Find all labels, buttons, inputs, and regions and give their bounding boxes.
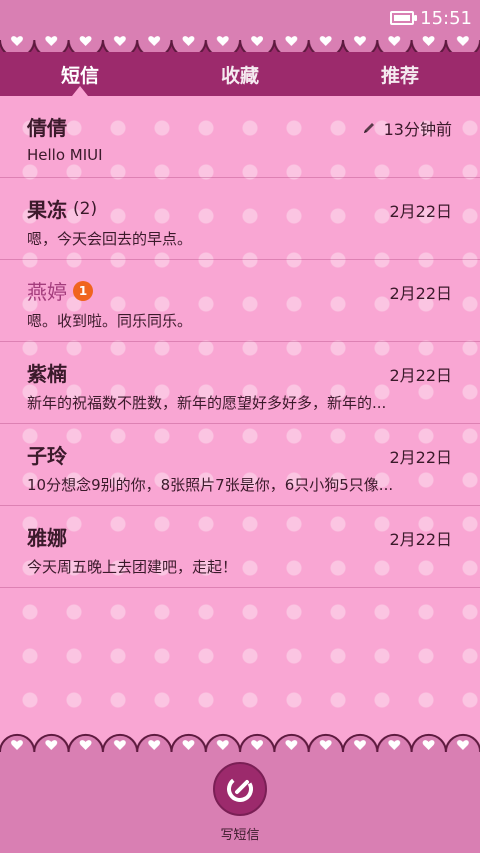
contact-name: 子玲	[27, 444, 67, 468]
conversation-date: 2月22日	[389, 530, 452, 549]
list-item[interactable]: 雅娜 2月22日 今天周五晚上去团建吧，走起！	[0, 506, 480, 588]
message-count: (2)	[73, 198, 98, 219]
message-preview: Hello MIUI	[27, 146, 103, 164]
conversation-date: 2月22日	[389, 284, 452, 303]
tab-recommended[interactable]: 推荐	[320, 61, 480, 88]
status-bar: 15:51	[390, 6, 472, 30]
contact-name: 燕婷 1	[27, 276, 93, 305]
conversation-date: 2月22日	[389, 202, 452, 221]
message-preview: 嗯，今天会回去的早点。	[27, 230, 193, 248]
contact-name: 紫楠	[27, 362, 67, 386]
conversation-date: 2月22日	[389, 448, 452, 467]
compose-icon	[227, 776, 253, 802]
compose-label: 写短信	[220, 828, 260, 843]
contact-name: 倩倩	[27, 116, 67, 140]
status-time: 15:51	[420, 7, 472, 29]
list-item[interactable]: 燕婷 1 2月22日 嗯。收到啦。同乐同乐。	[0, 260, 480, 342]
list-item[interactable]: 子玲 2月22日 10分想念9别的你，8张照片7张是你，6只小狗5只像...	[0, 424, 480, 506]
unread-badge: 1	[73, 280, 93, 301]
message-preview: 新年的祝福数不胜数，新年的愿望好多好多，新年的...	[27, 394, 387, 412]
message-preview: 今天周五晚上去团建吧，走起！	[27, 558, 238, 576]
compose-button[interactable]	[213, 762, 267, 816]
conversation-date: 13分钟前	[362, 116, 452, 140]
active-tab-indicator	[72, 86, 88, 96]
bottom-bar: 写短信	[0, 752, 480, 853]
message-preview: 嗯。收到啦。同乐同乐。	[27, 312, 193, 330]
list-item[interactable]: 倩倩 13分钟前 Hello MIUI	[0, 96, 480, 178]
contact-name: 雅娜	[27, 526, 67, 550]
battery-icon	[390, 11, 418, 25]
conversation-list: 倩倩 13分钟前 Hello MIUI 果冻 (2) 2月22日 嗯，今天会回去…	[0, 96, 480, 736]
draft-pencil-icon	[363, 123, 374, 133]
top-chrome: 15:51 短信 收藏 推荐	[0, 0, 480, 96]
contact-name: 果冻 (2)	[27, 198, 98, 222]
tab-favorites[interactable]: 收藏	[160, 61, 320, 88]
list-item[interactable]: 紫楠 2月22日 新年的祝福数不胜数，新年的愿望好多好多，新年的...	[0, 342, 480, 424]
conversation-date: 2月22日	[389, 366, 452, 385]
tab-messages[interactable]: 短信	[0, 61, 160, 88]
message-preview: 10分想念9别的你，8张照片7张是你，6只小狗5只像...	[27, 476, 394, 494]
list-item[interactable]: 果冻 (2) 2月22日 嗯，今天会回去的早点。	[0, 178, 480, 260]
